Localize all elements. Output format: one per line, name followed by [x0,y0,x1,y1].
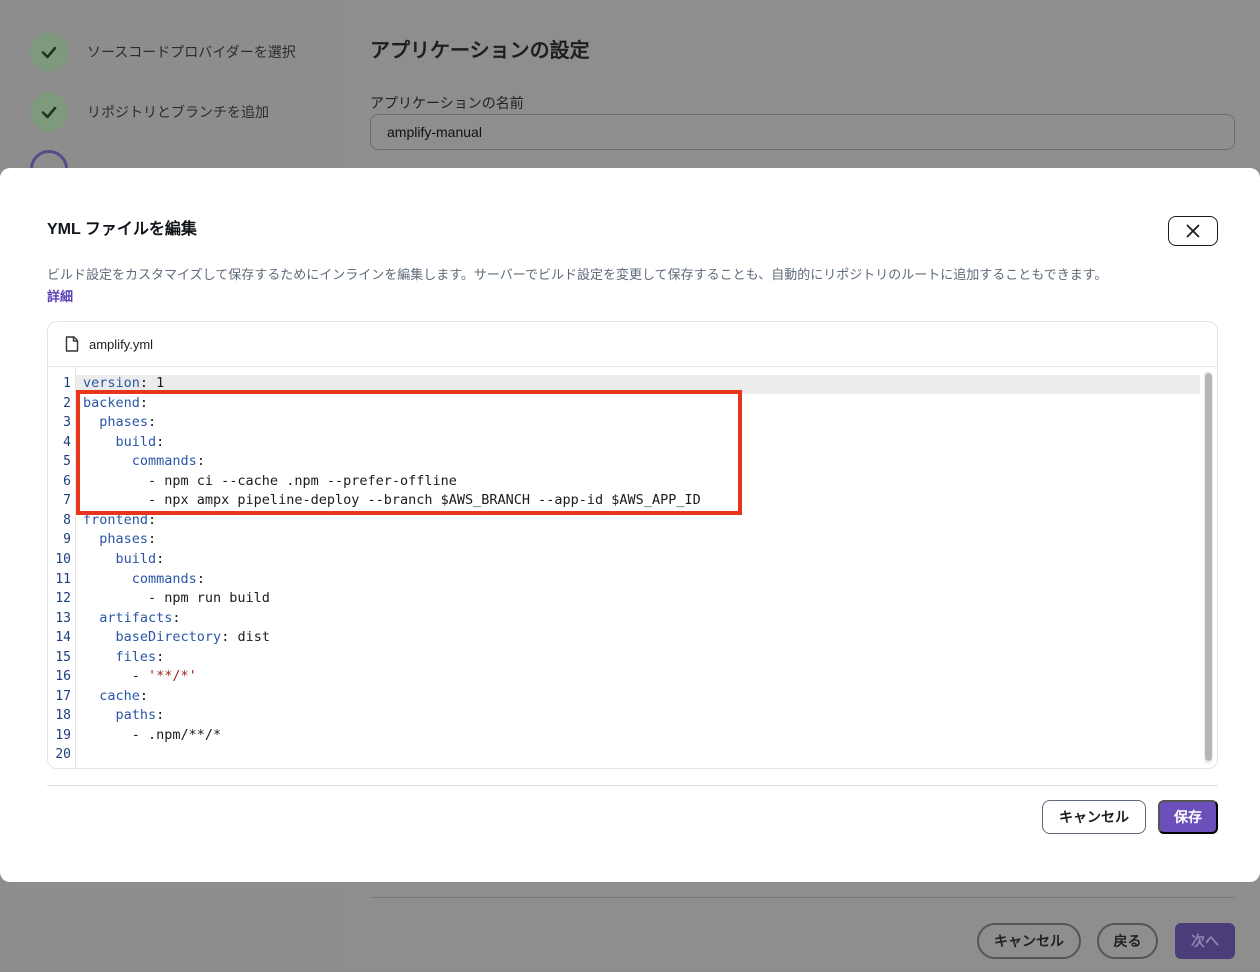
line-number: 2 [63,395,71,411]
step-source-provider: ソースコードプロバイダーを選択 [30,33,296,71]
code-line: commands: [131,570,205,587]
line-number-gutter: 1 2 3 4 5 6 7 8 9 10 11 12 13 14 15 16 17 18 19 20 [48,367,76,768]
line-number: 18 [55,708,71,724]
wizard-next-button[interactable]: 次へ [1175,923,1235,959]
modal-title: YML ファイルを編集 [47,221,197,238]
page-title: アプリケーションの設定 [370,38,590,62]
line-number: 5 [63,454,71,470]
scrollbar-thumb[interactable] [1205,373,1212,761]
close-icon [1186,224,1200,238]
modal-footer-divider [47,785,1218,786]
check-icon [30,33,68,71]
code-line: - .npm/**/* [83,726,222,743]
close-button[interactable] [1168,216,1218,246]
footer-divider [370,897,1235,898]
code-line: artifacts: [99,609,181,626]
code-line: build: [115,550,165,567]
line-number: 19 [55,727,71,743]
file-icon [65,336,79,352]
line-number: 7 [63,493,71,509]
line-number: 8 [63,512,71,528]
code-line: - '**/*' [83,668,197,685]
backend-section-highlight-box [76,390,742,515]
step-repository-branch: リポジトリとブランチを追加 [30,93,269,131]
line-number: 16 [55,669,71,685]
line-number: 4 [63,434,71,450]
line-number: 13 [55,610,71,626]
cancel-button[interactable]: キャンセル [1042,800,1146,834]
editor-header: amplify.yml [48,322,1217,367]
line-number: 15 [55,649,71,665]
code-line: version: 1 [83,375,165,391]
yml-editor: amplify.yml 1 2 3 4 5 6 7 8 9 10 11 12 13 14 15 16 17 18 1… [47,321,1218,769]
code-line: paths: [115,707,165,724]
wizard-back-button[interactable]: 戻る [1097,923,1158,959]
file-name: amplify.yml [89,336,154,352]
wizard-cancel-button[interactable]: キャンセル [977,923,1081,959]
learn-more-link[interactable]: 詳細 [47,286,73,305]
edit-yml-modal: YML ファイルを編集 ビルド設定をカスタマイズして保存するためにインラインを編… [0,168,1260,882]
line-number: 11 [55,571,71,587]
line-number: 20 [55,747,71,763]
code-line: cache: [99,687,149,704]
code-line: files: [115,648,165,665]
save-button[interactable]: 保存 [1158,800,1218,834]
line-number: 17 [55,688,71,704]
line-number: 12 [55,591,71,607]
line-number: 6 [63,473,71,489]
line-number: 1 [63,376,71,391]
step-label: リポジトリとブランチを追加 [87,105,269,121]
line-number: 10 [55,551,71,567]
code-line: phases: [99,531,157,548]
check-icon [30,93,68,131]
line-number: 9 [63,532,71,548]
app-name-input[interactable]: amplify-manual [370,114,1235,150]
code-line: baseDirectory: dist [115,629,270,646]
line-number: 3 [63,415,71,431]
code-line: - npm run build [83,590,270,607]
app-name-label: アプリケーションの名前 [370,96,524,112]
step-label: ソースコードプロバイダーを選択 [87,45,296,61]
line-number: 14 [55,630,71,646]
modal-description: ビルド設定をカスタマイズして保存するためにインラインを編集します。サーバーでビル… [47,267,1108,282]
